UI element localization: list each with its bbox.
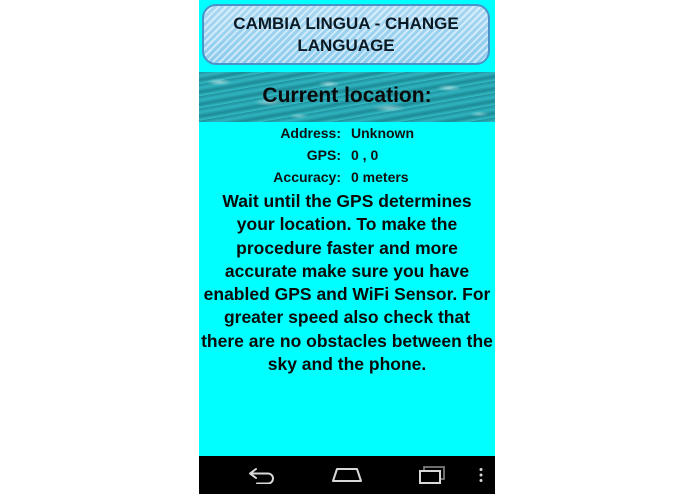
accuracy-label: Accuracy: <box>273 169 341 185</box>
home-button[interactable] <box>329 456 365 494</box>
app-screen: CAMBIA LINGUA - CHANGE LANGUAGE Current … <box>199 0 495 494</box>
gps-value: 0 , 0 <box>351 147 379 163</box>
accuracy-row: Accuracy: 0 meters <box>199 169 495 185</box>
back-button[interactable] <box>244 456 280 494</box>
system-navigation-bar <box>199 456 495 494</box>
address-value: Unknown <box>351 125 414 141</box>
change-language-label: CAMBIA LINGUA - CHANGE LANGUAGE <box>233 13 459 55</box>
current-location-title: Current location: <box>262 84 432 107</box>
back-icon <box>249 468 274 484</box>
overflow-menu-button[interactable] <box>473 456 489 494</box>
gps-row: GPS: 0 , 0 <box>199 147 495 163</box>
home-icon <box>332 468 362 482</box>
gps-label: GPS: <box>306 147 341 163</box>
recent-apps-icon <box>419 466 445 484</box>
change-language-button[interactable]: CAMBIA LINGUA - CHANGE LANGUAGE <box>202 4 490 65</box>
address-label: Address: <box>280 125 341 141</box>
overflow-menu-icon <box>479 468 483 482</box>
address-row: Address: Unknown <box>199 125 495 141</box>
gps-instructions-text: Wait until the GPS determines your locat… <box>201 191 493 375</box>
recent-apps-button[interactable] <box>415 456 451 494</box>
accuracy-value: 0 meters <box>351 169 409 185</box>
